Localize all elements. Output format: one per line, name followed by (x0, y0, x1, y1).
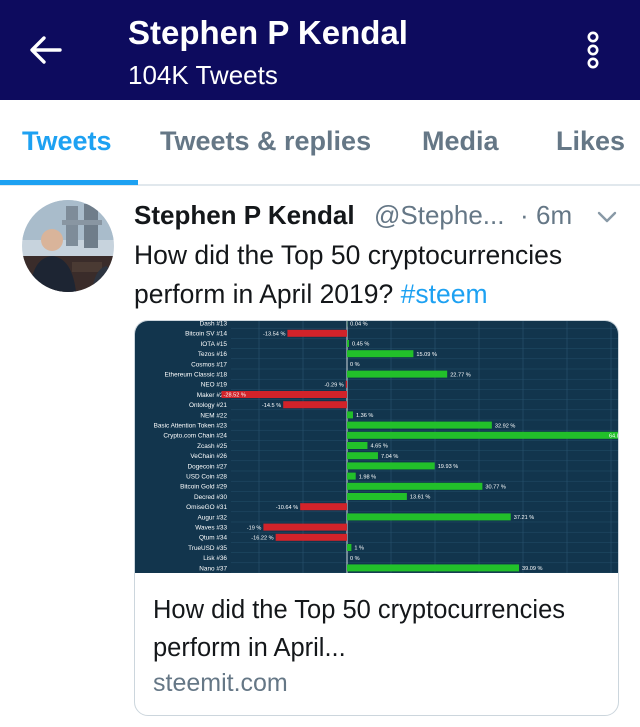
value-label: 4.65 % (370, 444, 387, 450)
hashtag-link[interactable]: #steem (401, 279, 488, 309)
tweet-author-handle[interactable]: @Stephe... (374, 200, 504, 231)
data-bar (283, 401, 347, 409)
data-bar (347, 340, 349, 347)
back-button[interactable] (24, 28, 68, 72)
tweet-body: How did the Top 50 cryptocurrencies perf… (134, 240, 563, 309)
data-bar (287, 329, 347, 337)
data-bar (347, 452, 378, 460)
chevron-down-icon (597, 211, 617, 223)
data-bar (263, 523, 347, 531)
value-label: 0.04 % (350, 321, 367, 327)
category-label: Basic Attention Token #23 (154, 423, 228, 430)
value-label: -0.29 % (324, 383, 343, 389)
data-bar (275, 533, 347, 541)
value-label: 39.09 % (522, 566, 543, 572)
card-chart-image: Dash #13 0.04 % Bitcoin SV #14 -13.54 % IOTA… (135, 321, 619, 574)
more-vertical-icon (587, 31, 599, 69)
profile-tabs: Tweets Tweets & replies Media Likes (0, 100, 640, 186)
data-bar (347, 544, 352, 551)
avatar-photo (22, 200, 114, 292)
category-label: IOTA #15 (200, 341, 227, 348)
data-bar (345, 380, 347, 388)
value-label: -19 % (247, 525, 262, 531)
data-bar (347, 462, 435, 470)
category-label: Cosmos #17 (191, 361, 227, 368)
value-label: 22.77 % (450, 372, 471, 378)
category-label: Augur #32 (198, 514, 228, 521)
tweet-author-name[interactable]: Stephen P Kendal (134, 200, 355, 231)
category-label: NEO #19 (201, 382, 228, 389)
data-bar (347, 493, 407, 500)
data-bar (347, 442, 368, 449)
value-label: 1 % (354, 546, 364, 552)
active-tab-indicator (0, 180, 138, 185)
data-bar (347, 370, 448, 378)
value-label: 64.88 % (609, 434, 619, 440)
value-label: 0.45 % (352, 342, 369, 348)
value-label: 15.09 % (416, 352, 437, 358)
value-label: 30.77 % (485, 485, 506, 491)
data-bar (347, 411, 353, 419)
category-label: Decred #30 (194, 494, 227, 501)
category-label: Nano #37 (199, 565, 227, 572)
value-label: 1.36 % (356, 413, 373, 419)
value-label: 19.93 % (438, 464, 459, 470)
profile-name-title: Stephen P Kendal (128, 14, 408, 51)
category-label: Crypto.com Chain #24 (163, 433, 227, 440)
category-label: Waves #33 (195, 525, 227, 532)
value-label: -14.5 % (262, 403, 281, 409)
data-bar (347, 472, 356, 480)
tweet-count: 104K Tweets (128, 60, 278, 90)
avatar[interactable] (22, 200, 114, 292)
data-bar (300, 503, 347, 511)
data-bar (347, 421, 492, 429)
value-label: 1.98 % (359, 474, 376, 480)
category-label: Tezos #16 (198, 351, 228, 358)
category-label: NEM #22 (200, 412, 227, 419)
category-label: Qtum #34 (199, 535, 228, 542)
value-label: -10.64 % (276, 505, 298, 511)
card-title: How did the Top 50 cryptocurrencies perf… (153, 596, 565, 662)
tab-likes[interactable]: Likes (556, 126, 625, 157)
category-label: VeChain #26 (190, 453, 227, 460)
data-bar (347, 350, 414, 358)
data-bar (347, 513, 511, 521)
bar-chart: Dash #13 0.04 % Bitcoin SV #14 -13.54 % IOTA… (154, 321, 619, 574)
category-label: TrueUSD #35 (188, 545, 227, 552)
category-label: Ontology #21 (189, 402, 227, 409)
card-domain: steemit.com (153, 669, 288, 697)
category-label: USD Coin #28 (186, 474, 227, 481)
tab-tweets[interactable]: Tweets (22, 126, 112, 157)
category-label: Bitcoin SV #14 (185, 331, 227, 338)
category-label: Ethereum Classic #18 (164, 372, 227, 379)
link-preview-card[interactable]: Dash #13 0.04 % Bitcoin SV #14 -13.54 % IOTA… (134, 320, 619, 716)
value-label: 0 % (350, 362, 360, 368)
category-label: Bitcoin Gold #29 (180, 484, 227, 491)
category-label: Dash #13 (200, 321, 228, 328)
tab-tweets-and-replies[interactable]: Tweets & replies (160, 126, 371, 157)
tweet-timestamp[interactable]: 6m (536, 200, 572, 231)
value-label: 0 % (350, 556, 360, 562)
data-bar (347, 431, 618, 439)
tab-media[interactable]: Media (422, 126, 499, 157)
meta-separator: · (520, 200, 529, 230)
category-label: Zcash #25 (197, 443, 227, 450)
value-label: 32.92 % (495, 423, 516, 429)
value-label: 37.21 % (514, 515, 535, 521)
tweet-menu-button[interactable] (596, 206, 618, 228)
category-label: Lisk #36 (203, 555, 227, 562)
value-label: -16.22 % (251, 536, 273, 542)
data-bar (347, 482, 483, 490)
category-label: OmiseGO #31 (186, 504, 227, 511)
category-label: Dogecoin #27 (188, 463, 228, 470)
value-label: 13.61 % (410, 495, 431, 501)
more-options-button[interactable] (580, 30, 606, 70)
arrow-left-icon (30, 36, 62, 64)
profile-header: Stephen P Kendal 104K Tweets (0, 0, 640, 100)
tweet-text: How did the Top 50 cryptocurrencies perf… (134, 236, 628, 314)
data-bar (347, 564, 519, 572)
value-label: -13.54 % (263, 332, 285, 338)
value-label: -28.52 % (224, 393, 246, 399)
value-label: 7.04 % (381, 454, 398, 460)
